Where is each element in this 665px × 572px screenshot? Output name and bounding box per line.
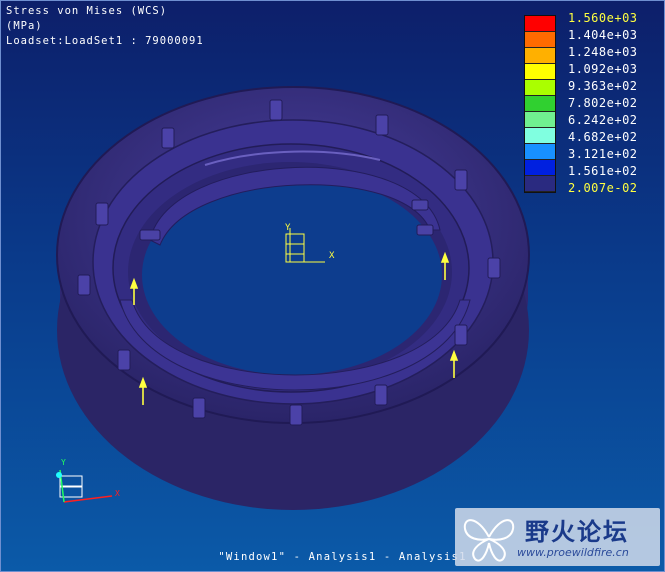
forum-watermark: 野火论坛 www.proewildfire.cn xyxy=(455,508,660,566)
legend-value-label: 7.802e+02 xyxy=(568,96,638,110)
legend-swatch xyxy=(525,64,555,80)
corner-axis-y-label: Y xyxy=(61,458,66,467)
legend-value-label: 6.242e+02 xyxy=(568,113,638,127)
legend-value-label: 9.363e+02 xyxy=(568,79,638,93)
legend-value-label: 1.404e+03 xyxy=(568,28,638,42)
legend-value-label: 1.561e+02 xyxy=(568,164,638,178)
legend-swatch xyxy=(525,16,555,32)
legend-value-label: 1.248e+03 xyxy=(568,45,638,59)
corner-axis-x-label: X xyxy=(115,489,120,498)
legend-swatch xyxy=(525,80,555,96)
legend-swatch xyxy=(525,160,555,176)
legend-swatch-column xyxy=(524,15,556,193)
legend-value-label: 4.682e+02 xyxy=(568,130,638,144)
legend-value-label: 1.092e+03 xyxy=(568,62,638,76)
watermark-url: www.proewildfire.cn xyxy=(517,546,629,559)
legend-value-label: 2.007e-02 xyxy=(568,181,638,195)
legend-swatch xyxy=(525,32,555,48)
corner-triad-icon xyxy=(56,469,113,503)
legend-swatch xyxy=(525,128,555,144)
bearing-ring-model xyxy=(56,86,530,510)
legend-swatch xyxy=(525,48,555,64)
butterfly-logo-icon xyxy=(463,519,515,562)
legend-value-label: 3.121e+02 xyxy=(568,147,638,161)
center-axis-x-label: X xyxy=(329,251,335,261)
model-viewport[interactable]: X Y X Y xyxy=(0,0,665,572)
legend-swatch xyxy=(525,176,555,192)
legend-value-label: 1.560e+03 xyxy=(568,11,638,25)
legend-swatch xyxy=(525,144,555,160)
watermark-title: 野火论坛 xyxy=(525,518,629,546)
legend-label-column: 1.560e+03 1.404e+03 1.248e+03 1.092e+03 9.36… xyxy=(568,10,638,197)
legend-swatch xyxy=(525,112,555,128)
center-axis-y-label: Y xyxy=(285,223,291,233)
legend-swatch xyxy=(525,96,555,112)
